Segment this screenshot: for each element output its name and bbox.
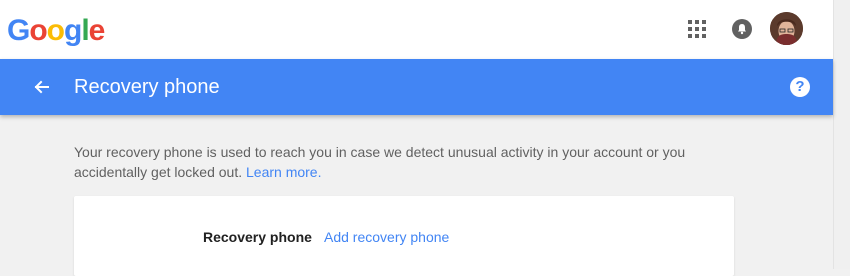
bell-icon[interactable] <box>732 19 752 39</box>
logo-letter: e <box>88 14 106 47</box>
logo-letter: G <box>7 14 30 47</box>
logo-letter: l <box>81 14 89 47</box>
recovery-phone-label: Recovery phone <box>203 229 312 245</box>
help-icon[interactable]: ? <box>790 77 810 97</box>
description: Your recovery phone is used to reach you… <box>74 142 724 182</box>
apps-grid-icon[interactable] <box>688 20 706 38</box>
page-header: Recovery phone ? <box>0 59 833 115</box>
arrow-back-icon[interactable] <box>32 77 52 97</box>
logo-letter: o <box>46 14 65 47</box>
add-recovery-phone-link[interactable]: Add recovery phone <box>324 229 449 245</box>
logo-letter: g <box>64 14 82 47</box>
recovery-phone-card: Recovery phone Add recovery phone <box>74 196 734 276</box>
google-logo[interactable]: Google <box>7 14 106 48</box>
description-text: Your recovery phone is used to reach you… <box>74 144 686 180</box>
scrollbar[interactable] <box>833 0 850 269</box>
avatar[interactable] <box>770 12 803 45</box>
page-title: Recovery phone <box>74 76 220 98</box>
learn-more-link[interactable]: Learn more. <box>246 164 321 180</box>
top-bar: Google <box>0 0 833 59</box>
logo-letter: o <box>29 14 47 47</box>
